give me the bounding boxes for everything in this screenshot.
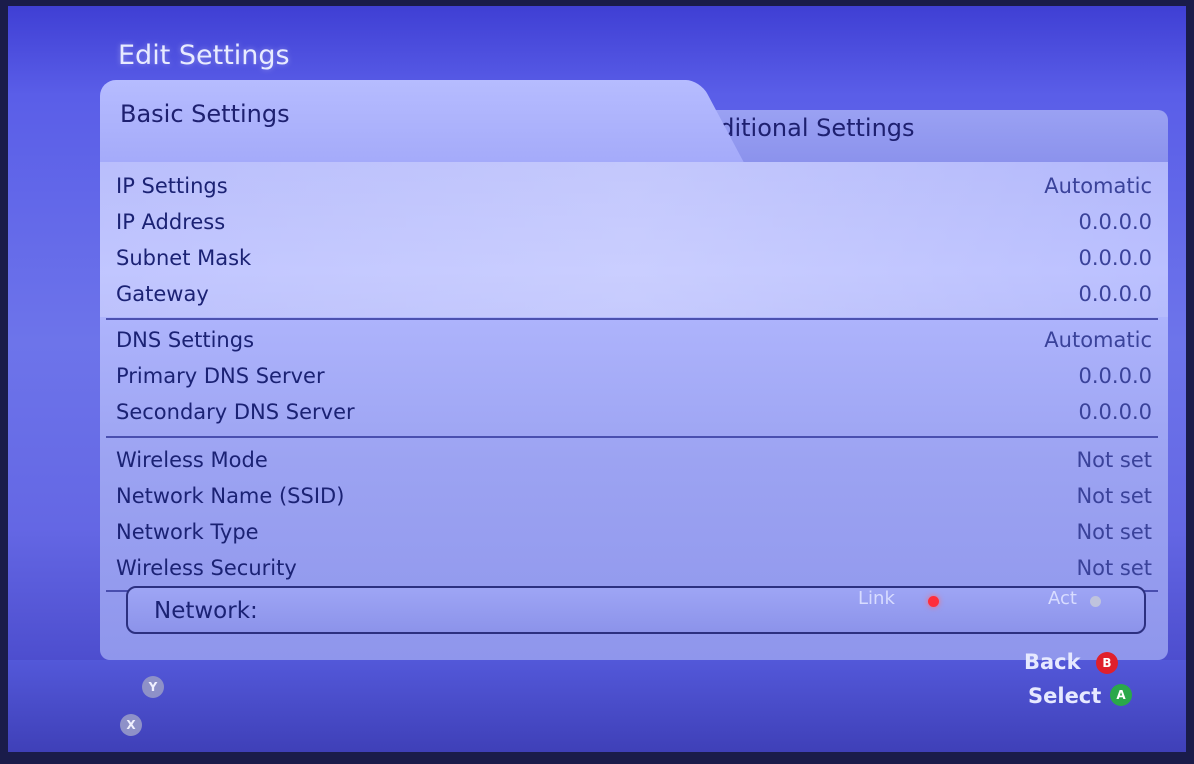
activity-indicator-icon (1090, 596, 1101, 607)
setting-row-gateway[interactable]: Gateway 0.0.0.0 (116, 278, 1152, 310)
link-indicator-icon (928, 596, 939, 607)
setting-row-ip-address[interactable]: IP Address 0.0.0.0 (116, 206, 1152, 238)
setting-value: Not set (1076, 520, 1152, 544)
setting-label: IP Settings (116, 174, 228, 198)
setting-row-network-type[interactable]: Network Type Not set (116, 516, 1152, 548)
setting-value: 0.0.0.0 (1078, 400, 1152, 424)
setting-label: Secondary DNS Server (116, 400, 355, 424)
setting-label: Network Name (SSID) (116, 484, 345, 508)
setting-label: Gateway (116, 282, 209, 306)
setting-label: Network Type (116, 520, 259, 544)
setting-label: Wireless Mode (116, 448, 268, 472)
screen: Edit Settings Additional Settings Basic … (8, 6, 1186, 752)
y-button-icon[interactable]: Y (142, 676, 164, 698)
tab-basic-settings[interactable]: Basic Settings (100, 80, 640, 168)
setting-value: Not set (1076, 484, 1152, 508)
section-divider (106, 436, 1158, 438)
setting-value: 0.0.0.0 (1078, 282, 1152, 306)
setting-row-dns-settings[interactable]: DNS Settings Automatic (116, 324, 1152, 356)
link-label: Link (858, 588, 895, 609)
select-hint-label[interactable]: Select (1028, 684, 1101, 708)
setting-row-primary-dns[interactable]: Primary DNS Server 0.0.0.0 (116, 360, 1152, 392)
setting-value: Automatic (1044, 174, 1152, 198)
setting-label: Wireless Security (116, 556, 297, 580)
section-divider (106, 318, 1158, 320)
setting-row-wireless-security[interactable]: Wireless Security Not set (116, 552, 1152, 584)
network-status-box: Network: Link Act (126, 586, 1146, 634)
x-button-icon[interactable]: X (120, 714, 142, 736)
setting-row-secondary-dns[interactable]: Secondary DNS Server 0.0.0.0 (116, 396, 1152, 428)
setting-value: Automatic (1044, 328, 1152, 352)
tab-label: Basic Settings (120, 100, 290, 128)
back-hint-label[interactable]: Back (1024, 650, 1081, 674)
setting-value: Not set (1076, 556, 1152, 580)
setting-value: 0.0.0.0 (1078, 364, 1152, 388)
setting-label: IP Address (116, 210, 226, 234)
act-label: Act (1048, 588, 1077, 609)
setting-row-network-name[interactable]: Network Name (SSID) Not set (116, 480, 1152, 512)
setting-label: Subnet Mask (116, 246, 252, 270)
setting-row-wireless-mode[interactable]: Wireless Mode Not set (116, 444, 1152, 476)
network-label: Network: (154, 598, 258, 624)
setting-row-subnet-mask[interactable]: Subnet Mask 0.0.0.0 (116, 242, 1152, 274)
b-button-icon[interactable]: B (1096, 652, 1118, 674)
setting-label: Primary DNS Server (116, 364, 325, 388)
setting-value: Not set (1076, 448, 1152, 472)
a-button-icon[interactable]: A (1110, 684, 1132, 706)
footer-bar: Y X Back B Select A (8, 650, 1186, 752)
setting-value: 0.0.0.0 (1078, 246, 1152, 270)
setting-label: DNS Settings (116, 328, 255, 352)
setting-row-ip-settings[interactable]: IP Settings Automatic (116, 170, 1152, 202)
page-title: Edit Settings (118, 40, 290, 71)
setting-value: 0.0.0.0 (1078, 210, 1152, 234)
